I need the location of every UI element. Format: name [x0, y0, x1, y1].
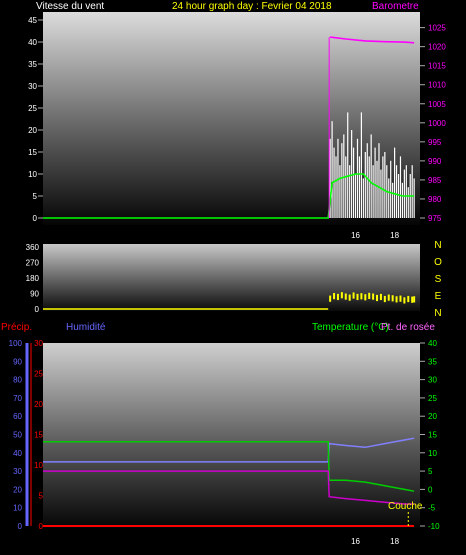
dewpoint-title: Pt. de rosée — [381, 322, 435, 333]
humidity-tick-label: 0 — [18, 522, 23, 531]
temperature-tick-label: 30 — [428, 376, 437, 385]
compass-label: N — [434, 240, 441, 251]
barometer-tick-label: 1025 — [428, 24, 446, 33]
temperature-tick-label: -5 — [428, 504, 436, 513]
humidity-tick-label: 10 — [13, 504, 22, 513]
couche-label: Couche — [388, 501, 423, 512]
temperature-tick-label: 15 — [428, 431, 437, 440]
wind-tick-label: 35 — [28, 60, 37, 69]
direction-tick-label: 0 — [35, 305, 40, 314]
bottom-x-tick-label: 18 — [390, 537, 399, 546]
humidity-tick-label: 60 — [13, 412, 22, 421]
direction-tick-label: 180 — [26, 274, 40, 283]
humidity-title: Humidité — [66, 322, 106, 333]
bottom-x-axis-ticks: 16 18 — [351, 537, 400, 546]
precip-tick-label: 10 — [34, 461, 43, 470]
graph-date-title: 24 hour graph day : Fevrier 04 2018 — [172, 1, 332, 12]
wind-tick-label: 45 — [28, 16, 37, 25]
compass-labels: NOSEN — [434, 240, 442, 319]
weather-dashboard: Vitesse du vent 24 hour graph day : Fevr… — [1, 1, 446, 546]
humidity-tick-label: 20 — [13, 485, 22, 494]
precip-tick-label: 5 — [39, 492, 44, 501]
temperature-tick-label: 0 — [428, 485, 433, 494]
wind-tick-label: 0 — [33, 214, 38, 223]
wind-tick-label: 10 — [28, 170, 37, 179]
wind-direction-panel: 090180270360 NOSEN — [26, 240, 442, 319]
barometer-tick-label: 995 — [428, 138, 442, 147]
direction-tick-label: 360 — [26, 243, 40, 252]
precip-tick-label: 20 — [34, 400, 43, 409]
wind-tick-label: 25 — [28, 104, 37, 113]
wind-tick-label: 20 — [28, 126, 37, 135]
temperature-tick-label: 35 — [428, 357, 437, 366]
wind-tick-label: 5 — [33, 192, 38, 201]
compass-label: E — [435, 291, 442, 302]
humidity-tick-label: 80 — [13, 376, 22, 385]
wind-speed-title: Vitesse du vent — [36, 1, 104, 12]
humidity-tick-label: 70 — [13, 394, 22, 403]
temperature-tick-label: 5 — [428, 467, 433, 476]
humidity-tick-label: 40 — [13, 449, 22, 458]
direction-plot-area — [43, 244, 420, 311]
compass-label: N — [434, 308, 441, 319]
direction-tick-label: 90 — [30, 290, 39, 299]
wind-tick-label: 15 — [28, 148, 37, 157]
barometer-tick-label: 1010 — [428, 81, 446, 90]
temperature-axis-ticks: -10 -5 0 5 10 15 20 25 30 35 40 — [420, 339, 440, 531]
barometer-tick-label: 975 — [428, 214, 442, 223]
barometer-tick-label: 1020 — [428, 43, 446, 52]
bottom-x-tick-label: 16 — [351, 537, 360, 546]
precip-tick-label: 15 — [34, 431, 43, 440]
wind-tick-label: 40 — [28, 38, 37, 47]
humidity-tick-label: 30 — [13, 467, 22, 476]
wind-tick-label: 30 — [28, 82, 37, 91]
precip-axis-ticks: 0 5 10 15 20 25 30 — [30, 339, 44, 531]
wind-barometer-panel: Vitesse du vent 24 hour graph day : Fevr… — [28, 1, 446, 240]
barometer-tick-label: 980 — [428, 195, 442, 204]
compass-label: S — [435, 274, 442, 285]
top-x-axis-ticks: 16 18 — [351, 231, 400, 240]
barometer-title: Barometre — [372, 1, 419, 12]
compass-label: O — [434, 257, 442, 268]
precip-title: Précip. — [1, 322, 32, 333]
precip-tick-label: 25 — [34, 370, 43, 379]
humidity-axis-ticks: 0 10 20 30 40 50 60 70 80 90 100 — [9, 339, 29, 531]
barometer-axis-ticks: 975 980 985 990 995 1000 1005 1010 1015 1020 1025 — [420, 24, 446, 223]
temp-humidity-panel: Précip. Humidité Temperature (°C) Pt. de… — [1, 322, 440, 546]
precip-tick-label: 30 — [34, 339, 43, 348]
barometer-tick-label: 1000 — [428, 119, 446, 128]
top-x-tick-label: 18 — [390, 231, 399, 240]
top-x-tick-label: 16 — [351, 231, 360, 240]
temperature-tick-label: 10 — [428, 449, 437, 458]
direction-axis-ticks: 0 90 180 270 360 — [26, 243, 40, 314]
direction-tick-label: 270 — [26, 259, 40, 268]
precip-tick-label: 0 — [39, 522, 44, 531]
temperature-title: Temperature (°C) — [312, 322, 389, 333]
temperature-tick-label: -10 — [428, 522, 440, 531]
humidity-tick-label: 90 — [13, 357, 22, 366]
barometer-tick-label: 990 — [428, 157, 442, 166]
wind-axis-ticks: 0 5 10 15 20 25 30 35 40 45 — [28, 16, 43, 223]
humidity-tick-label: 50 — [13, 431, 22, 440]
temperature-tick-label: 25 — [428, 394, 437, 403]
humidity-tick-label: 100 — [9, 339, 23, 348]
temperature-tick-label: 20 — [428, 412, 437, 421]
barometer-tick-label: 985 — [428, 176, 442, 185]
barometer-tick-label: 1015 — [428, 62, 446, 71]
temperature-tick-label: 40 — [428, 339, 437, 348]
barometer-tick-label: 1005 — [428, 100, 446, 109]
